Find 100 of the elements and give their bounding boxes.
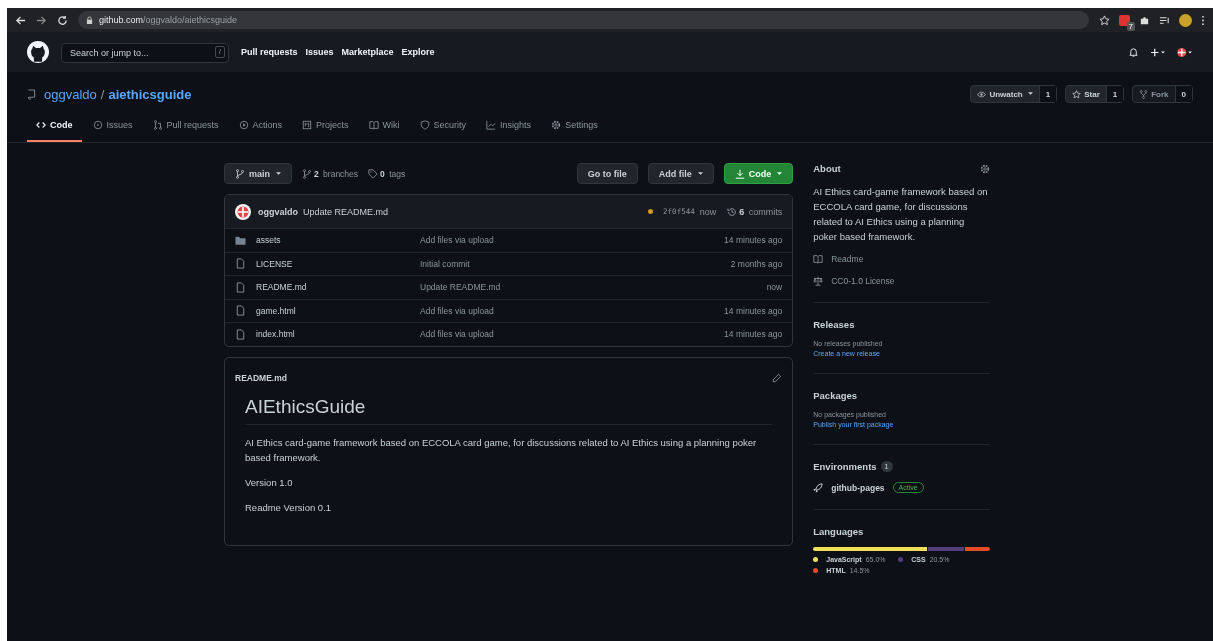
branches-link[interactable]: 2 branches [302, 168, 359, 179]
gear-icon [551, 120, 562, 130]
commit-message-link[interactable]: Add files via upload [420, 329, 725, 340]
caret-icon [777, 171, 783, 176]
download-icon [734, 168, 745, 179]
repo-description: AI Ethics card-game framework based on ECCOLA card game, for discussions related to AI Ethics using a planning poker based framework. [813, 185, 989, 244]
commit-message-link[interactable]: Initial commit [420, 258, 731, 269]
toolbar-button[interactable]: Go to file [576, 163, 638, 184]
profile-avatar[interactable] [1179, 13, 1192, 27]
toolbar-button[interactable]: Add file [647, 163, 714, 184]
branch-select-button[interactable]: main [224, 163, 292, 184]
caret-icon [697, 171, 703, 176]
tag-icon [368, 168, 379, 179]
repo-action-button[interactable]: Unwatch 1 [970, 85, 1058, 103]
commit-message-link[interactable]: Add files via upload [420, 305, 725, 316]
scale-icon [813, 276, 824, 286]
forward-icon[interactable] [36, 14, 47, 26]
file-icon [235, 258, 246, 270]
play-icon [238, 120, 249, 130]
commit-message-link[interactable]: Add files via upload [420, 235, 725, 246]
repo-owner-link[interactable]: oggvaldo [44, 86, 97, 102]
file-name-link[interactable]: README.md [256, 282, 420, 293]
nav-link[interactable]: Pull requests [241, 47, 298, 57]
file-icon [235, 305, 246, 317]
nav-link[interactable]: Explore [401, 47, 435, 57]
avatar-menu-icon[interactable] [1176, 46, 1193, 58]
commit-time: 14 minutes ago [724, 305, 783, 316]
toolbar-button[interactable]: Code [723, 163, 794, 184]
section-title: About [813, 163, 841, 174]
repo-tab[interactable]: Actions [229, 120, 292, 142]
repo-tab[interactable]: Wiki [359, 120, 409, 142]
commit-time: now [766, 282, 783, 293]
pull-request-icon [152, 120, 163, 130]
shield-icon [419, 120, 430, 130]
repo-tab[interactable]: Security [410, 120, 476, 142]
code-icon [36, 120, 46, 130]
section-title: Releases [813, 319, 856, 330]
octocat-logo-icon[interactable] [27, 41, 49, 63]
about-link[interactable]: Readme [813, 254, 990, 264]
nav-link[interactable]: Issues [305, 47, 334, 57]
branch-icon [302, 168, 312, 179]
readme-paragraph: AI Ethics card-game framework based on ECCOLA card game, for discussions related to AI Ethics using a planning poker based framework. [245, 435, 758, 465]
repo-tab[interactable]: Projects [293, 120, 358, 142]
author-avatar[interactable] [235, 203, 251, 220]
extension-icon[interactable] [1119, 14, 1130, 26]
book-icon [813, 254, 824, 264]
readme-filename: README.md [235, 372, 287, 383]
file-name-link[interactable]: LICENSE [256, 258, 420, 269]
repo-tab[interactable]: Settings [542, 120, 607, 142]
file-name-link[interactable]: game.html [256, 305, 420, 316]
folder-icon [235, 234, 246, 246]
shortcut-key: / [214, 46, 225, 58]
readme-paragraph: Version 1.0 [245, 475, 294, 490]
rocket-icon [813, 482, 824, 493]
address-bar[interactable]: github.com/oggvaldo/aiethicsguide [78, 11, 1089, 29]
environment-link[interactable]: github-pages [831, 482, 885, 493]
commit-author-link[interactable]: oggvaldo [258, 206, 298, 217]
branch-icon [235, 168, 245, 179]
plus-menu-icon[interactable] [1149, 46, 1166, 58]
eye-icon [977, 89, 987, 99]
bell-icon[interactable] [1128, 46, 1139, 58]
nav-link[interactable]: Marketplace [341, 47, 394, 57]
playlist-icon[interactable] [1159, 14, 1170, 26]
history-icon [727, 206, 738, 217]
status-dot[interactable] [648, 209, 654, 214]
tags-link[interactable]: 0 tags [368, 168, 406, 179]
counter: 1 [1105, 86, 1124, 102]
repo-tab[interactable]: Insights [477, 120, 541, 142]
caret-icon [1027, 92, 1033, 96]
repo-icon [27, 88, 36, 100]
star-icon[interactable] [1099, 14, 1110, 26]
section-title: Environments [813, 461, 877, 472]
commit-time: 2 months ago [730, 258, 783, 269]
about-link[interactable]: CC0-1.0 License [813, 276, 990, 286]
extension-badge: 7 [1126, 21, 1135, 31]
section-title: Languages [813, 526, 865, 537]
pencil-icon[interactable] [772, 372, 783, 383]
book-icon [368, 120, 379, 130]
repo-name-link[interactable]: aiethicsguide [108, 86, 192, 102]
fork-icon [1139, 89, 1149, 99]
section-title: Packages [813, 390, 859, 401]
repo-tab[interactable]: Issues [83, 120, 142, 142]
back-icon[interactable] [15, 14, 26, 26]
file-name-link[interactable]: index.html [256, 329, 420, 340]
commit-message-link[interactable]: Update README.md [420, 282, 767, 293]
path-separator: / [100, 86, 105, 102]
commit-message-link[interactable]: Update README.md [303, 206, 389, 217]
counter: 1 [1038, 86, 1057, 102]
graph-icon [486, 120, 497, 130]
menu-icon[interactable] [1201, 14, 1205, 26]
repo-action-button[interactable]: Star 1 [1065, 85, 1125, 103]
counter: 0 [1174, 86, 1192, 102]
commits-link[interactable]: 6 commits [727, 206, 783, 217]
reload-icon[interactable] [57, 14, 68, 26]
commit-time: 14 minutes ago [724, 329, 783, 340]
gear-icon[interactable] [980, 163, 990, 174]
lock-icon [86, 15, 93, 25]
repo-tab[interactable]: Pull requests [143, 120, 228, 142]
repo-tab[interactable]: Code [27, 120, 82, 142]
file-name-link[interactable]: assets [256, 235, 420, 246]
